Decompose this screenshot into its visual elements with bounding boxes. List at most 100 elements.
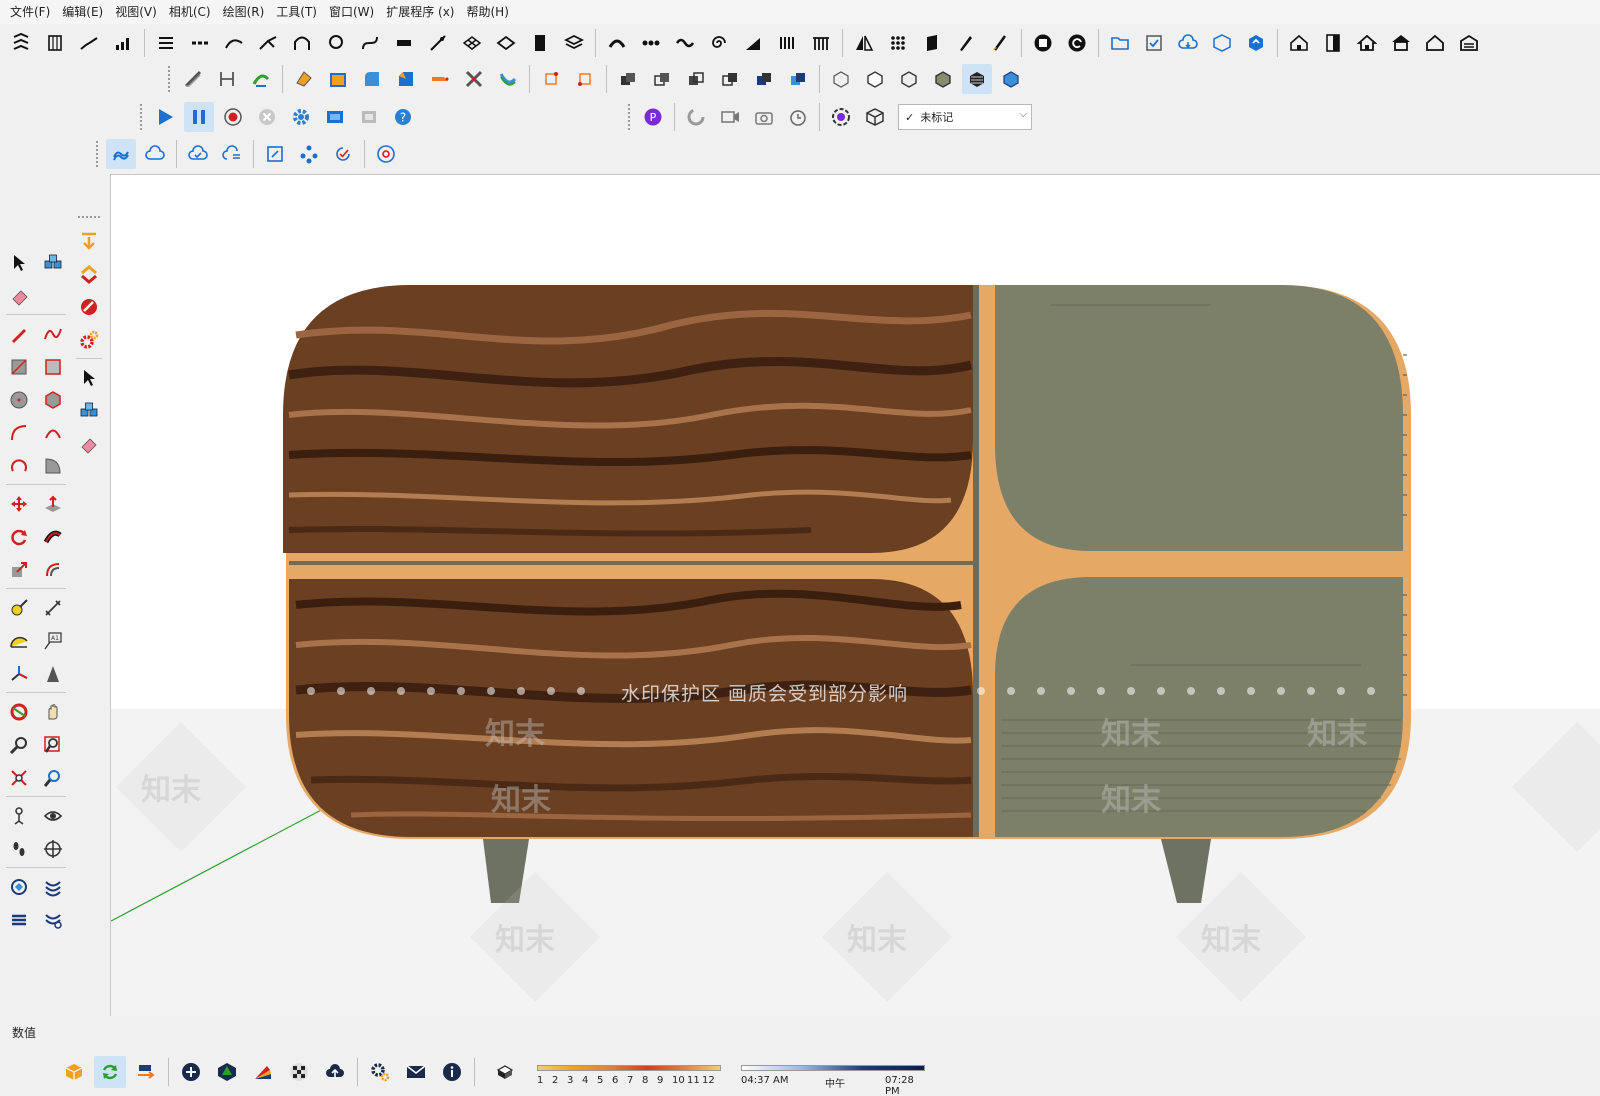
eraser-tool[interactable] <box>74 429 104 459</box>
pan-tool[interactable] <box>38 697 68 727</box>
follow-me-button[interactable] <box>246 64 276 94</box>
line-tool[interactable] <box>4 319 34 349</box>
package-button[interactable] <box>1207 28 1237 58</box>
zoom-tool[interactable] <box>4 730 34 760</box>
download-button[interactable] <box>74 226 104 256</box>
railing-button[interactable] <box>806 28 836 58</box>
menu-tools[interactable]: 工具(T) <box>270 0 323 24</box>
component-tool[interactable] <box>74 396 104 426</box>
follow-me-tool[interactable] <box>38 522 68 552</box>
stamp-tool[interactable] <box>4 905 34 935</box>
mail-button[interactable] <box>400 1056 432 1088</box>
settings-button[interactable] <box>364 1056 396 1088</box>
curve-button[interactable] <box>355 28 385 58</box>
path-button[interactable] <box>219 28 249 58</box>
3d-text-tool[interactable] <box>38 659 68 689</box>
fillet-button[interactable] <box>357 64 387 94</box>
menu-file[interactable]: 文件(F) <box>4 0 56 24</box>
freehand-tool[interactable] <box>38 319 68 349</box>
box-button[interactable] <box>323 64 353 94</box>
sandbox-tool[interactable] <box>4 872 34 902</box>
section-plane-tool[interactable] <box>38 834 68 864</box>
tree-button[interactable] <box>211 1056 243 1088</box>
play-animation-button[interactable] <box>150 102 180 132</box>
pie-tool[interactable] <box>38 451 68 481</box>
bend-button[interactable] <box>423 28 453 58</box>
select-edge-button[interactable] <box>570 64 600 94</box>
wave-button[interactable] <box>670 28 700 58</box>
loading-button[interactable] <box>681 102 711 132</box>
orbit-tool[interactable] <box>4 697 34 727</box>
drape-tool[interactable] <box>38 905 68 935</box>
spiral-button[interactable] <box>704 28 734 58</box>
toolbar-grip[interactable] <box>168 66 172 92</box>
extrude-button[interactable] <box>6 28 36 58</box>
menu-draw[interactable]: 绘图(R) <box>217 0 271 24</box>
outline-house-button[interactable] <box>1420 28 1450 58</box>
brush-button[interactable] <box>985 28 1015 58</box>
arch-button[interactable] <box>287 28 317 58</box>
loop-button[interactable] <box>321 28 351 58</box>
mesh-button[interactable] <box>491 28 521 58</box>
look-around-tool[interactable] <box>38 801 68 831</box>
trim-button[interactable] <box>715 64 745 94</box>
chain-button[interactable] <box>636 28 666 58</box>
home-button[interactable] <box>1352 28 1382 58</box>
dots-button[interactable] <box>883 28 913 58</box>
tape-measure-tool[interactable] <box>4 593 34 623</box>
animation-settings-button[interactable] <box>286 102 316 132</box>
pen-button[interactable] <box>951 28 981 58</box>
cloud-upload-button[interactable] <box>319 1056 351 1088</box>
screenshot-button[interactable] <box>749 102 779 132</box>
refresh-check-button[interactable] <box>328 139 358 169</box>
intersect-button[interactable] <box>681 64 711 94</box>
cloud-list-button[interactable] <box>217 139 247 169</box>
toolbar-grip[interactable] <box>96 141 100 167</box>
checker-button[interactable] <box>283 1056 315 1088</box>
line-dash-button[interactable] <box>185 28 215 58</box>
menu-view[interactable]: 视图(V) <box>109 0 163 24</box>
add-button[interactable] <box>175 1056 207 1088</box>
walk-tool[interactable] <box>4 834 34 864</box>
component-button[interactable] <box>860 102 890 132</box>
door-button[interactable] <box>525 28 555 58</box>
stop-button[interactable] <box>252 102 282 132</box>
rocket-button[interactable] <box>74 292 104 322</box>
geo-location-button[interactable] <box>58 1056 90 1088</box>
refresh-button[interactable] <box>94 1056 126 1088</box>
offset-button[interactable] <box>151 28 181 58</box>
roof-house-button[interactable] <box>1386 28 1416 58</box>
shadow-toggle-button[interactable] <box>489 1056 521 1088</box>
protractor-tool[interactable] <box>4 626 34 656</box>
chevron-up-down-button[interactable] <box>74 259 104 289</box>
network-button[interactable] <box>294 139 324 169</box>
xray-button[interactable] <box>996 64 1026 94</box>
two-point-arc-tool[interactable] <box>38 418 68 448</box>
toolbar-grip[interactable] <box>140 104 144 130</box>
columns-button[interactable] <box>772 28 802 58</box>
chamfer-button[interactable] <box>391 64 421 94</box>
split-button[interactable] <box>749 64 779 94</box>
slope-button[interactable] <box>738 28 768 58</box>
text-tool[interactable]: A1 <box>38 626 68 656</box>
sync-button[interactable] <box>1241 28 1271 58</box>
zoom-extents-tool[interactable] <box>4 763 34 793</box>
garage-button[interactable] <box>1454 28 1484 58</box>
panel-button[interactable] <box>917 28 947 58</box>
record-button[interactable] <box>218 102 248 132</box>
rotated-rectangle-tool[interactable] <box>38 352 68 382</box>
rectangle-tool[interactable] <box>4 352 34 382</box>
menu-camera[interactable]: 相机(C) <box>163 0 217 24</box>
info-button[interactable] <box>436 1056 468 1088</box>
dimension-tool[interactable] <box>38 593 68 623</box>
materials-button[interactable] <box>247 1056 279 1088</box>
checklist-button[interactable] <box>1139 28 1169 58</box>
menu-help[interactable]: 帮助(H) <box>460 0 514 24</box>
tag-dropdown[interactable]: ✓ 未标记 ⌵ <box>898 104 1032 130</box>
frame-button[interactable] <box>260 139 290 169</box>
time-slider[interactable]: 04:37 AM 中午 07:28 PM <box>741 1055 929 1096</box>
rotate-tool[interactable] <box>4 522 34 552</box>
taper-button[interactable] <box>425 64 455 94</box>
video-button[interactable] <box>715 102 745 132</box>
cross-button[interactable] <box>459 64 489 94</box>
